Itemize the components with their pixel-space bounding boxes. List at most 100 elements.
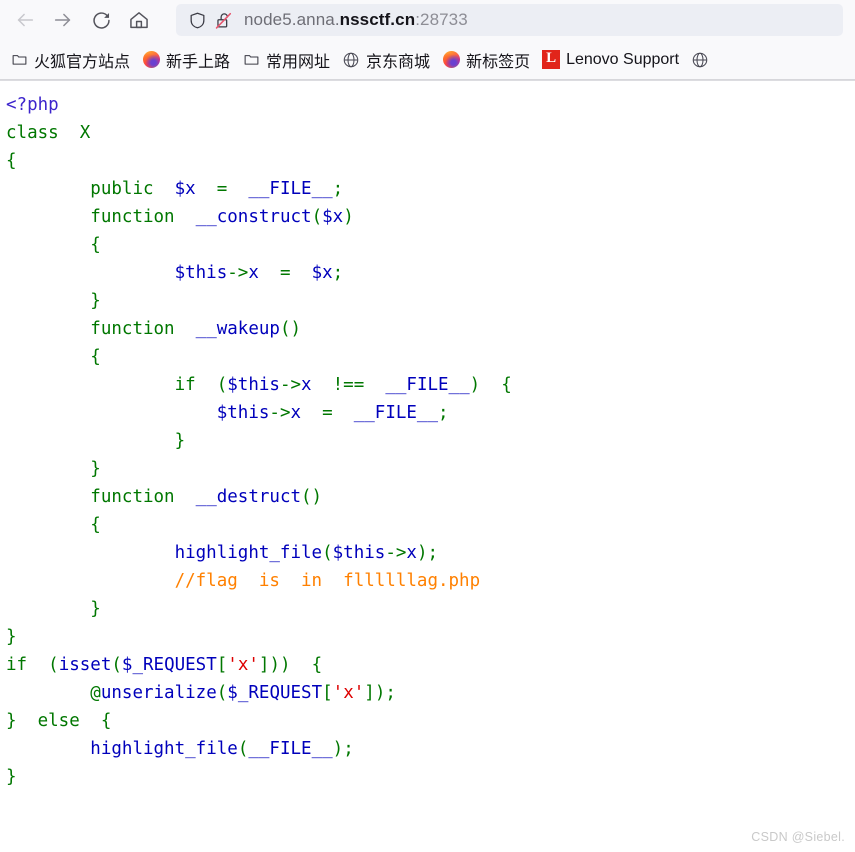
code-token: { (90, 347, 101, 367)
code-line: function __destruct() (6, 483, 855, 511)
unlocked-padlock-crossed-icon[interactable] (210, 7, 236, 33)
bookmarks-bar: 火狐官方站点 新手上路 常用网址 京东商城 新标签页 L Lenovo Supp… (0, 40, 855, 80)
php-source-listing: <?php class X { public $x = __FILE__; func… (0, 81, 855, 791)
code-token: ]); (364, 683, 396, 703)
code-line: if ($this->x !== __FILE__) { (6, 371, 855, 399)
bookmark-label: 火狐官方站点 (34, 53, 131, 71)
code-token: () (279, 319, 302, 339)
code-token: { (6, 151, 17, 171)
code-token: isset (58, 655, 112, 675)
bookmark-item-new-tab[interactable]: 新标签页 (436, 46, 536, 74)
url-domain: nssctf.cn (339, 10, 416, 29)
code-token: function (90, 487, 196, 507)
browser-chrome: node5.anna.nssctf.cn:28733 火狐官方站点 新手上路 常… (0, 0, 855, 81)
code-token: ( (237, 739, 249, 759)
firefox-icon (442, 51, 460, 69)
bookmark-item-jd[interactable]: 京东商城 (336, 46, 436, 74)
bookmark-item-firefox-official[interactable]: 火狐官方站点 (4, 46, 136, 74)
code-token: x (290, 403, 302, 423)
lenovo-icon: L (542, 50, 561, 69)
code-token: ( (111, 655, 122, 675)
code-line: $this->x = __FILE__; (6, 399, 855, 427)
code-token: } (90, 599, 101, 619)
code-token: 'x' (332, 683, 365, 703)
code-token: class X (6, 123, 91, 143)
code-token: __FILE__ (248, 739, 333, 759)
bookmark-item-lenovo-support[interactable]: L Lenovo Support (536, 46, 685, 74)
code-line: } (6, 595, 855, 623)
code-line: function __construct($x) (6, 203, 855, 231)
code-token: public (90, 179, 175, 199)
code-token: ( (311, 207, 323, 227)
code-token: ); (332, 739, 354, 759)
code-token: __destruct (195, 487, 302, 507)
code-token: [ (322, 683, 333, 703)
code-token: ; (438, 403, 449, 423)
bookmark-item-overflow[interactable] (685, 46, 715, 74)
bookmark-item-common-sites[interactable]: 常用网址 (236, 46, 336, 74)
code-line: highlight_file($this->x); (6, 539, 855, 567)
code-token: -> (279, 375, 302, 395)
bookmark-item-getting-started[interactable]: 新手上路 (136, 46, 236, 74)
code-token: () (301, 487, 323, 507)
globe-icon (342, 51, 360, 69)
code-token: function (90, 319, 196, 339)
back-button[interactable] (6, 4, 44, 36)
code-token: unserialize (100, 683, 217, 703)
code-token: highlight_file (174, 543, 323, 563)
arrow-right-icon (52, 9, 74, 31)
code-line: $this->x = $x; (6, 259, 855, 287)
url-text[interactable]: node5.anna.nssctf.cn:28733 (244, 10, 468, 30)
url-port: :28733 (415, 10, 468, 29)
url-prefix: node5.anna. (244, 10, 340, 29)
home-button[interactable] (120, 4, 158, 36)
code-token: $x (311, 263, 333, 283)
code-line: } (6, 455, 855, 483)
folder-icon (242, 51, 260, 69)
code-token: } (90, 459, 101, 479)
forward-button[interactable] (44, 4, 82, 36)
code-token: = (258, 263, 312, 283)
code-token: x (301, 375, 312, 395)
code-token: x (248, 263, 259, 283)
code-token: { (90, 235, 101, 255)
code-token: <?php (6, 95, 59, 115)
bookmark-label: 常用网址 (266, 53, 331, 71)
code-token: -> (269, 403, 291, 423)
code-token: ( (322, 543, 333, 563)
globe-icon (691, 51, 709, 69)
code-token: //flag is in fllllllag.php (174, 571, 481, 591)
code-token: { (90, 515, 101, 535)
reload-button[interactable] (82, 4, 120, 36)
address-bar[interactable]: node5.anna.nssctf.cn:28733 (176, 4, 843, 36)
shield-icon[interactable] (184, 7, 210, 33)
code-token: } (6, 767, 17, 787)
code-token: ; (332, 263, 344, 283)
code-token: highlight_file (90, 739, 238, 759)
code-token: } (174, 431, 186, 451)
code-token: ); (416, 543, 439, 563)
firefox-icon (142, 51, 160, 69)
code-line: public $x = __FILE__; (6, 175, 855, 203)
code-token: if ( (6, 655, 59, 675)
code-token: __wakeup (195, 319, 280, 339)
code-token: $x (174, 179, 196, 199)
folder-icon (10, 51, 28, 69)
code-token: x (406, 543, 417, 563)
code-token: $this (174, 263, 228, 283)
